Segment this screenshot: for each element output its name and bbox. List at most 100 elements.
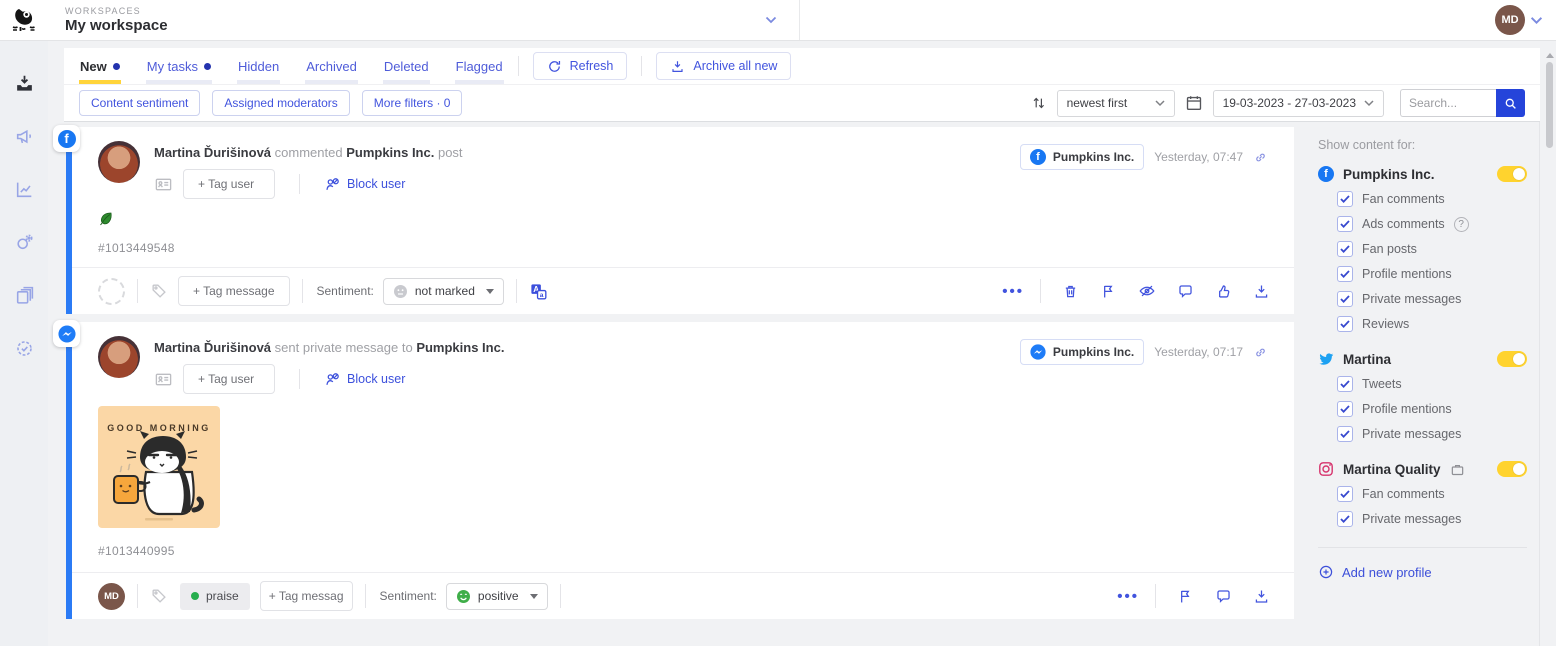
user-card-icon[interactable]: [154, 175, 173, 194]
search-button[interactable]: [1496, 89, 1525, 117]
checkbox-fan-comments[interactable]: Fan comments: [1337, 486, 1527, 502]
profile-row-martina-quality: Martina Quality: [1318, 461, 1527, 477]
sidebar-item-publishing[interactable]: [0, 110, 48, 163]
reply-button[interactable]: [1215, 588, 1232, 605]
tab-archived[interactable]: Archived: [305, 48, 358, 84]
checkbox-fan-comments[interactable]: Fan comments: [1337, 191, 1527, 207]
profile-toggle[interactable]: [1497, 166, 1527, 182]
flag-icon: [1177, 588, 1194, 605]
permalink-icon[interactable]: [1253, 150, 1268, 165]
messenger-badge: [53, 320, 80, 347]
more-actions-button[interactable]: •••: [1002, 284, 1024, 299]
archive-button[interactable]: [1253, 283, 1270, 300]
user-menu-chevron-icon[interactable]: [1530, 16, 1543, 25]
hide-button[interactable]: [1138, 282, 1156, 300]
assigned-moderator-avatar[interactable]: MD: [98, 583, 125, 610]
profile-chip: f Pumpkins Inc.: [1020, 144, 1144, 170]
tag-chip-praise[interactable]: praise: [180, 583, 250, 610]
date-range-select[interactable]: 19-03-2023 - 27-03-2023: [1213, 90, 1384, 117]
sort-order-select[interactable]: newest first: [1057, 90, 1175, 117]
sidebar-item-analytics[interactable]: [0, 163, 48, 216]
sentiment-select[interactable]: not marked: [383, 278, 504, 305]
positive-face-icon: [456, 589, 471, 604]
search-input[interactable]: [1400, 89, 1496, 117]
chat-icon: [1215, 588, 1232, 605]
neutral-face-icon: [393, 284, 408, 299]
content-sentiment-filter[interactable]: Content sentiment: [79, 90, 200, 116]
scrollbar-thumb[interactable]: [1546, 62, 1553, 148]
chat-icon: [1177, 283, 1194, 300]
profile-toggle[interactable]: [1497, 461, 1527, 477]
inbox-download-icon: [14, 73, 35, 94]
block-user-button[interactable]: Block user: [324, 371, 405, 388]
calendar-icon[interactable]: [1185, 94, 1203, 112]
chevron-down-icon: [765, 16, 777, 24]
checkbox-private-messages[interactable]: Private messages: [1337, 291, 1527, 307]
tab-deleted[interactable]: Deleted: [383, 48, 430, 84]
tag-user-button[interactable]: + Tag user: [183, 364, 275, 394]
flag-button[interactable]: [1100, 283, 1117, 300]
user-avatar[interactable]: MD: [1495, 5, 1525, 35]
tab-flagged[interactable]: Flagged: [455, 48, 504, 84]
chart-line-icon: [14, 179, 35, 200]
sentiment-select[interactable]: positive: [446, 583, 548, 610]
assigned-moderators-filter[interactable]: Assigned moderators: [212, 90, 349, 116]
sidebar-item-automation[interactable]: [0, 216, 48, 269]
sidebar-item-reports[interactable]: [0, 269, 48, 322]
message-image[interactable]: GOOD MORNING: [98, 406, 220, 528]
help-icon[interactable]: ?: [1454, 217, 1469, 232]
napoleoncat-logo[interactable]: [0, 0, 48, 40]
refresh-button[interactable]: Refresh: [533, 52, 628, 80]
more-actions-button[interactable]: •••: [1117, 589, 1139, 604]
page-scrollbar[interactable]: [1545, 52, 1554, 640]
like-button[interactable]: [1215, 283, 1232, 300]
divider: [302, 279, 303, 303]
reply-button[interactable]: [1177, 283, 1194, 300]
my-tasks-badge-dot: [204, 63, 211, 70]
gear-check-icon: [14, 338, 35, 359]
checkbox-private-messages[interactable]: Private messages: [1337, 511, 1527, 527]
translate-button[interactable]: A a: [529, 282, 548, 301]
add-new-profile-button[interactable]: Add new profile: [1318, 564, 1527, 580]
checkbox-profile-mentions[interactable]: Profile mentions: [1337, 401, 1527, 417]
timestamp: Yesterday, 07:47: [1154, 144, 1243, 170]
tab-my-tasks[interactable]: My tasks: [146, 48, 212, 84]
block-user-icon: [324, 371, 341, 388]
delete-button[interactable]: [1062, 283, 1079, 300]
workspace-selector[interactable]: WORKSPACES My workspace: [48, 0, 800, 40]
block-user-button[interactable]: Block user: [324, 176, 405, 193]
tab-hidden[interactable]: Hidden: [237, 48, 280, 84]
archive-all-new-button[interactable]: Archive all new: [656, 52, 791, 80]
main-area: New My tasks Hidden Archived Deleted Fla…: [48, 41, 1556, 646]
user-card-icon[interactable]: [154, 370, 173, 389]
post-id: #1013440995: [98, 544, 1268, 572]
scroll-up-arrow[interactable]: [1545, 52, 1554, 58]
checkbox-tweets[interactable]: Tweets: [1337, 376, 1527, 392]
chevron-down-icon: [1155, 100, 1165, 107]
post-id: #1013449548: [98, 241, 1268, 267]
tab-new[interactable]: New: [79, 48, 121, 84]
permalink-icon[interactable]: [1253, 345, 1268, 360]
flag-button[interactable]: [1177, 588, 1194, 605]
tag-user-button[interactable]: + Tag user: [183, 169, 275, 199]
checkbox-private-messages[interactable]: Private messages: [1337, 426, 1527, 442]
assign-moderator-button[interactable]: [98, 278, 125, 305]
sidebar-item-inbox[interactable]: [0, 57, 48, 110]
search-icon: [1503, 96, 1518, 111]
more-filters-button[interactable]: More filters · 0: [362, 90, 463, 116]
profile-row-martina: Martina: [1318, 351, 1527, 367]
sidebar-item-settings[interactable]: [0, 322, 48, 375]
divider: [1318, 547, 1527, 548]
author-avatar: [98, 336, 140, 378]
tag-message-button[interactable]: + Tag message: [178, 276, 290, 306]
profile-toggle[interactable]: [1497, 351, 1527, 367]
image-caption: GOOD MORNING: [107, 423, 211, 433]
tag-message-button[interactable]: + Tag messag: [260, 581, 353, 611]
archive-button[interactable]: [1253, 588, 1270, 605]
checkbox-profile-mentions[interactable]: Profile mentions: [1337, 266, 1527, 282]
checkbox-reviews[interactable]: Reviews: [1337, 316, 1527, 332]
checkbox-ads-comments[interactable]: Ads comments ?: [1337, 216, 1527, 232]
feed-card-comment: f Martina Ďurišinová commented Pumpkins …: [66, 127, 1294, 314]
checkbox-fan-posts[interactable]: Fan posts: [1337, 241, 1527, 257]
refresh-icon: [547, 59, 562, 74]
